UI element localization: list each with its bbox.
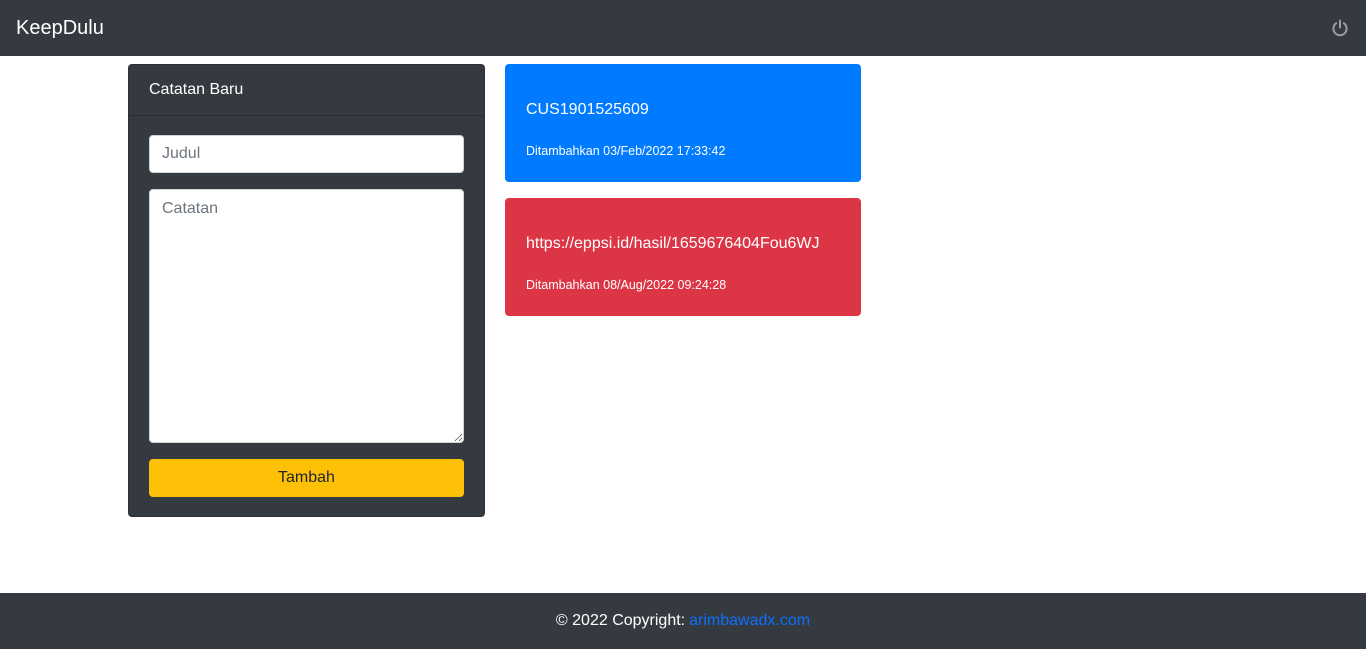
note-card[interactable]: CUS1901525609 Ditambahkan 03/Feb/2022 17… <box>505 64 861 182</box>
power-icon <box>1332 19 1348 37</box>
footer-link[interactable]: arimbawadx.com <box>689 612 810 630</box>
new-note-card: Catatan Baru Tambah <box>128 64 485 517</box>
note-title: CUS1901525609 <box>526 101 649 118</box>
navbar: KeepDulu <box>0 0 1366 56</box>
new-note-card-header: Catatan Baru <box>129 65 484 116</box>
new-note-form: Tambah <box>129 116 484 517</box>
note-card[interactable]: https://eppsi.id/hasil/1659676404Fou6WJ … <box>505 198 861 316</box>
note-textarea[interactable] <box>149 189 464 443</box>
footer: © 2022 Copyright: arimbawadx.com <box>0 593 1366 649</box>
note-date: Ditambahkan 08/Aug/2022 09:24:28 <box>526 278 727 292</box>
note-date: Ditambahkan 03/Feb/2022 17:33:42 <box>526 144 726 158</box>
note-title: https://eppsi.id/hasil/1659676404Fou6WJ <box>526 235 820 252</box>
add-note-button[interactable]: Tambah <box>149 459 464 497</box>
logout-button[interactable] <box>1330 18 1350 38</box>
brand-logo[interactable]: KeepDulu <box>16 17 104 40</box>
title-input[interactable] <box>149 135 464 173</box>
footer-copyright: © 2022 Copyright: <box>555 612 686 629</box>
